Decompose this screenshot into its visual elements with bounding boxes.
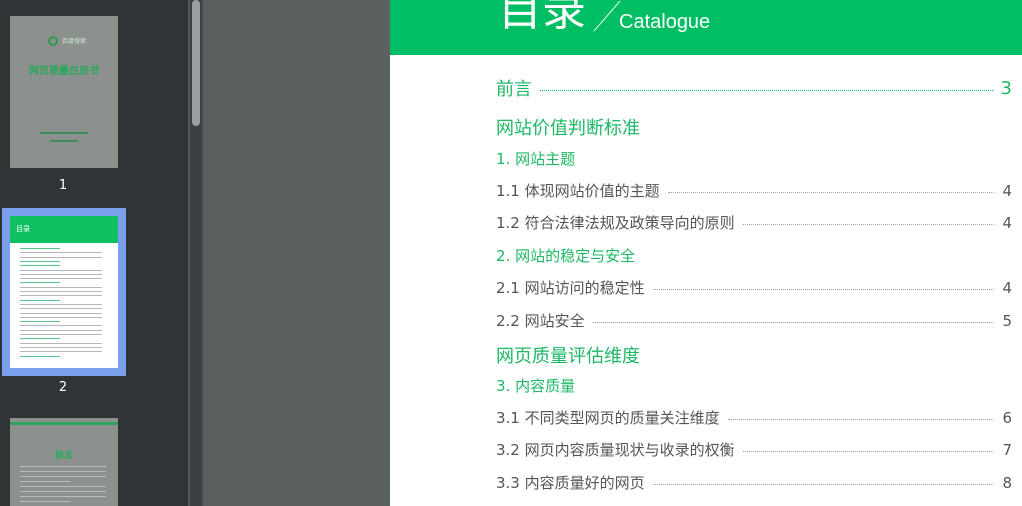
toc-heading: 2. 网站的稳定与安全 (496, 247, 636, 265)
toc-dot-leader (652, 484, 995, 485)
thumb-text-line (20, 338, 60, 340)
thumb-text-line (20, 316, 102, 318)
thumb-text-line (20, 252, 102, 254)
toc-entry-label: 1.1 体现网站价值的主题 (496, 182, 660, 200)
toc-entry[interactable]: 前言 3 (496, 75, 1012, 101)
thumb-text-line (20, 312, 102, 314)
thumb-text-line (20, 303, 102, 305)
page-thumbnail-3[interactable]: 前言 (10, 418, 118, 506)
toc-page-number: 3 (1000, 77, 1012, 99)
thumb-text-line (40, 132, 88, 134)
thumb-text-line (20, 273, 102, 275)
toc-entry[interactable]: 2.2 网站安全 5 (496, 310, 1012, 331)
toc-page-number: 4 (1002, 213, 1012, 232)
thumb-text-line (20, 496, 106, 497)
toc-entry[interactable]: 3.3 内容质量好的网页 8 (496, 472, 1012, 493)
toc-dot-leader (742, 224, 995, 225)
page-thumbnail-2[interactable]: 目录 (10, 216, 118, 368)
toc-entry[interactable]: 1.1 体现网站价值的主题 4 (496, 180, 1012, 201)
toc-heading: 3. 内容质量 (496, 377, 576, 395)
page-header-band: 目录 Catalogue (390, 0, 1022, 55)
thumb-text-line (20, 269, 102, 271)
thumb-text-line (20, 256, 102, 258)
slash-divider-icon (593, 0, 621, 32)
thumb-text-line (20, 265, 60, 267)
thumb-text-line (20, 329, 102, 331)
toc-dot-leader (727, 419, 995, 420)
toc-page-number: 6 (1002, 408, 1012, 427)
thumb-text-line (20, 278, 102, 280)
toc-entry[interactable]: 1.2 符合法律法规及政策导向的原则 4 (496, 212, 1012, 233)
thumb-text-line (20, 486, 106, 487)
thumb-text-line (20, 282, 60, 284)
page-subtitle: Catalogue (619, 11, 711, 33)
toc-entry-label: 2.2 网站安全 (496, 312, 585, 330)
thumb-text-line (20, 491, 106, 492)
thumb-text-line (20, 334, 102, 335)
toc-entry-label: 前言 (496, 79, 532, 100)
toc-entry-label: 3.1 不同类型网页的质量关注维度 (496, 409, 720, 427)
thumb-text-line (20, 471, 106, 472)
toc-entry-label: 2.1 网站访问的稳定性 (496, 279, 645, 297)
thumb-header-band (10, 422, 118, 425)
thumb-title: 目录 (16, 225, 30, 233)
page-thumbnail-1[interactable]: 百度搜索 网页质量白皮书 (10, 16, 118, 168)
toc-dot-leader (652, 289, 995, 290)
thumb-text-line (50, 140, 78, 142)
thumb-text-line (20, 501, 70, 502)
thumb-text-line (20, 248, 60, 249)
thumb-text-line (20, 346, 102, 348)
thumb-text-line (20, 286, 102, 288)
thumb-text-line (20, 481, 70, 482)
page-title: 目录 (498, 0, 586, 36)
thumb-text-line (20, 321, 60, 323)
toc-entry-label: 3.3 内容质量好的网页 (496, 474, 645, 492)
thumb-text-line (20, 291, 102, 292)
toc-heading: 网页质量评估维度 (496, 346, 640, 367)
toc-entry[interactable]: 3.1 不同类型网页的质量关注维度 6 (496, 407, 1012, 428)
toc-dot-leader (592, 322, 995, 323)
thumb-text-line (20, 260, 60, 262)
sidebar-scrollbar-thumb[interactable] (192, 0, 200, 126)
toc-entry[interactable]: 3.2 网页内容质量现状与收录的权衡 7 (496, 439, 1012, 460)
toc-page-number: 5 (1002, 311, 1012, 330)
thumb-text-line (20, 476, 106, 477)
thumb-title: 前言 (54, 451, 73, 461)
toc-page-number: 7 (1002, 440, 1012, 459)
toc-dot-leader (742, 451, 995, 452)
viewer-gutter (204, 0, 390, 506)
thumb-text-line (20, 351, 102, 353)
toc-page-number: 4 (1002, 278, 1012, 297)
document-page: 目录 Catalogue 前言 3 网站价值判断标准 1. 网站主题 1.1 体现网站价… (390, 0, 1022, 506)
thumb-header-band: 目录 (10, 216, 118, 243)
toc-heading: 网站价值判断标准 (496, 118, 640, 139)
thumbnail-number-1: 1 (58, 178, 68, 193)
thumb-title: 网页质量白皮书 (29, 66, 99, 77)
toc-heading: 1. 网站主题 (496, 150, 576, 168)
thumb-text-line (20, 308, 102, 310)
toc-page-number: 4 (1002, 181, 1012, 200)
thumb-logo-text: 百度搜索 (62, 38, 87, 45)
thumb-text-line (20, 325, 102, 327)
toc-dot-leader (540, 89, 993, 91)
toc-entry[interactable]: 2.1 网站访问的稳定性 4 (496, 277, 1012, 298)
thumb-text-line (20, 355, 60, 357)
thumb-text-line (20, 342, 102, 344)
thumbnail-number-2: 2 (58, 380, 68, 395)
toc-entry-label: 1.2 符合法律法规及政策导向的原则 (496, 214, 735, 232)
thumbnail-sidebar: 百度搜索 网页质量白皮书 1 目录 2 前言 (0, 0, 188, 506)
toc-entry-label: 3.2 网页内容质量现状与收录的权衡 (496, 441, 735, 459)
baidu-logo-icon (48, 36, 58, 46)
thumb-text-line (20, 466, 106, 467)
thumb-text-line (20, 295, 102, 297)
toc-dot-leader (667, 192, 995, 193)
thumb-text-line (20, 299, 60, 301)
toc-page-number: 8 (1002, 473, 1012, 492)
